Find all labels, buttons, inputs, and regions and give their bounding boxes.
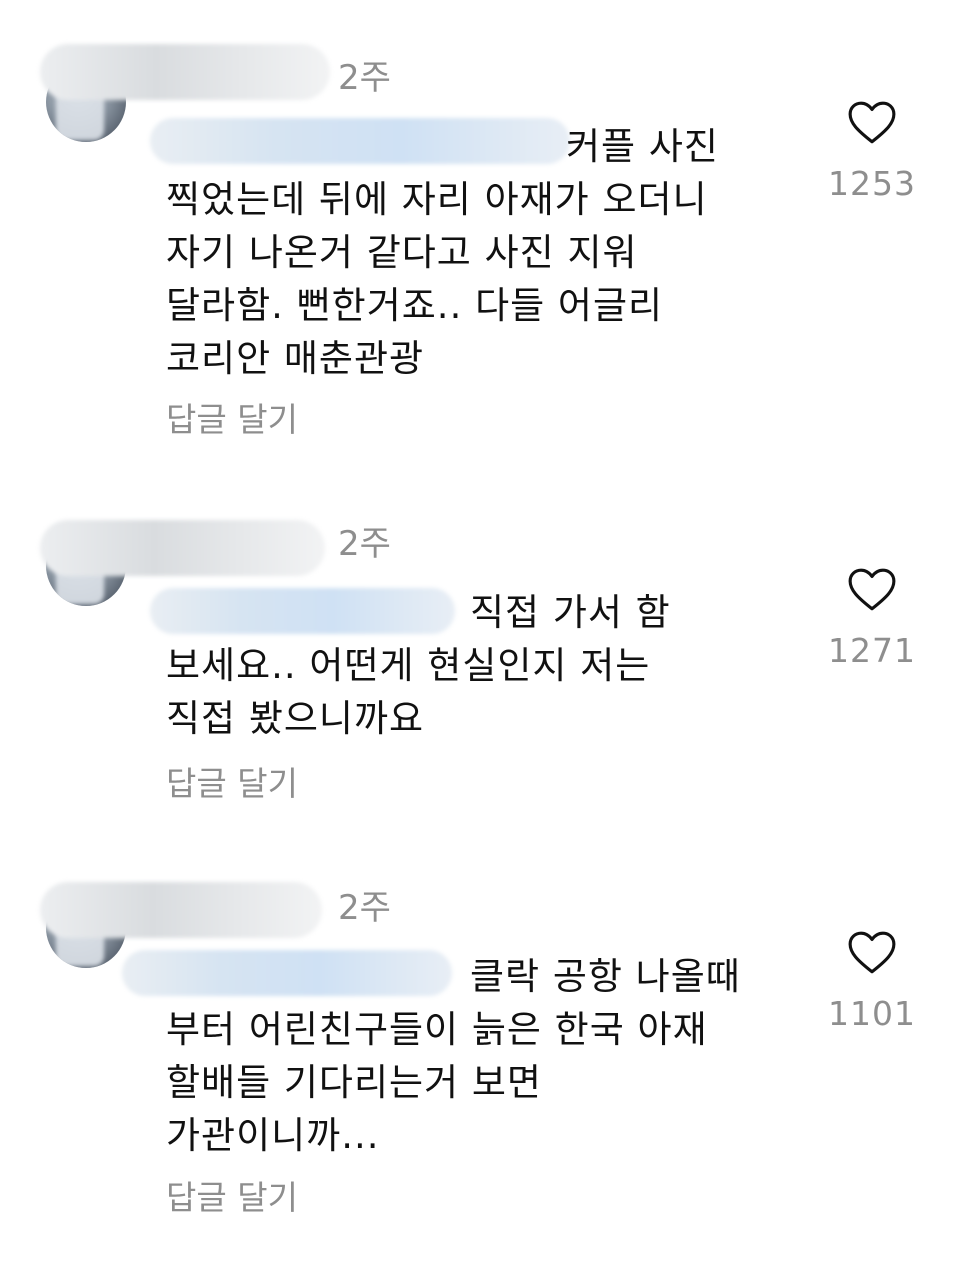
comment-body-text: 찍었는데 뒤에 자리 아재가 오더니 자기 나온거 같다고 사진 지워 달라함.…	[166, 178, 708, 380]
reply-button[interactable]: 답글 달기	[166, 1178, 298, 1218]
heart-outline-icon[interactable]	[847, 100, 897, 146]
comment-timestamp: 2주	[338, 58, 391, 98]
comment-timestamp: 2주	[338, 888, 391, 928]
comment-lead-text: 클락 공항 나올때	[470, 955, 741, 998]
like-control: 1101	[800, 930, 944, 1033]
heart-outline-icon[interactable]	[847, 567, 897, 613]
like-count: 1253	[828, 164, 916, 203]
comment-timestamp: 2주	[338, 524, 391, 564]
like-count: 1101	[828, 994, 916, 1033]
reply-button[interactable]: 답글 달기	[166, 400, 298, 440]
reply-button[interactable]: 답글 달기	[166, 764, 298, 804]
comment-body-text: 보세요.. 어떤게 현실인지 저는 직접 봤으니까요	[166, 644, 651, 740]
comment-text: 커플 사진 찍었는데 뒤에 자리 아재가 오더니 자기 나온거 같다고 사진 지…	[166, 120, 796, 385]
comment-lead-text: 직접 가서 함	[470, 591, 671, 634]
like-count: 1271	[828, 631, 916, 670]
username-redacted[interactable]	[40, 882, 322, 938]
comment-body-text: 부터 어린친구들이 늙은 한국 아재 할배들 기다리는거 보면 가관이니까...	[166, 1008, 708, 1157]
comment-text: 직접 가서 함 보세요.. 어떤게 현실인지 저는 직접 봤으니까요	[166, 586, 796, 745]
username-redacted[interactable]	[40, 44, 330, 100]
heart-outline-icon[interactable]	[847, 930, 897, 976]
like-control: 1271	[800, 567, 944, 670]
comment-lead-text: 커플 사진	[566, 125, 719, 168]
like-control: 1253	[800, 100, 944, 203]
username-redacted[interactable]	[40, 520, 325, 576]
comment-text: 클락 공항 나올때 부터 어린친구들이 늙은 한국 아재 할배들 기다리는거 보…	[166, 950, 796, 1162]
